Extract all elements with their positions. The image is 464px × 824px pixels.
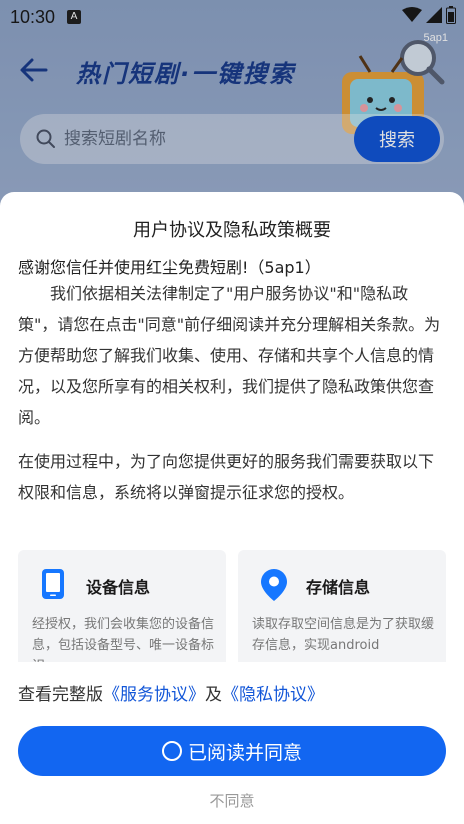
location-pin-icon <box>261 569 287 601</box>
dialog-greeting: 感谢您信任并使用红尘免费短剧!（5ap1） <box>18 258 321 277</box>
privacy-dialog: 用户协议及隐私政策概要 感谢您信任并使用红尘免费短剧!（5ap1） 我们依据相关… <box>0 192 464 824</box>
links-conjunction: 及 <box>205 685 222 705</box>
links-prefix: 查看完整版 <box>18 685 103 705</box>
radio-circle-icon <box>161 741 182 761</box>
dialog-title: 用户协议及隐私政策概要 <box>133 220 331 241</box>
permission-card-device: 设备信息 经授权，我们会收集您的设备信息，包括设备型号、唯一设备标识 <box>18 550 226 662</box>
agree-button-label: 已阅读并同意 <box>187 741 302 764</box>
agreement-links: 查看完整版《服务协议》及《隐私协议》 <box>18 680 324 705</box>
privacy-agreement-link[interactable]: 《隐私协议》 <box>222 685 324 705</box>
agree-button[interactable]: 已阅读并同意 <box>18 726 446 776</box>
permission-cards: 设备信息 经授权，我们会收集您的设备信息，包括设备型号、唯一设备标识 存储信息 … <box>18 550 446 662</box>
dialog-paragraph-1: 我们依据相关法律制定了"用户服务协议"和"隐私政策"，请您在点击"同意"前仔细阅… <box>18 284 441 427</box>
permission-card-storage: 存储信息 读取存取空间信息是为了获取缓存信息，实现android <box>238 550 446 662</box>
service-agreement-link[interactable]: 《服务协议》 <box>103 685 205 705</box>
dialog-paragraph-2: 在使用过程中，为了向您提供更好的服务我们需要获取以下权限和信息，系统将以弹窗提示… <box>18 452 435 502</box>
disagree-button[interactable]: 不同意 <box>0 790 464 811</box>
card-title: 存储信息 <box>306 578 371 597</box>
card-description: 读取存取空间信息是为了获取缓存信息，实现android <box>252 617 435 653</box>
card-title: 设备信息 <box>86 578 151 597</box>
card-description: 经授权，我们会收集您的设备信息，包括设备型号、唯一设备标识 <box>32 617 215 662</box>
phone-icon <box>42 569 64 599</box>
